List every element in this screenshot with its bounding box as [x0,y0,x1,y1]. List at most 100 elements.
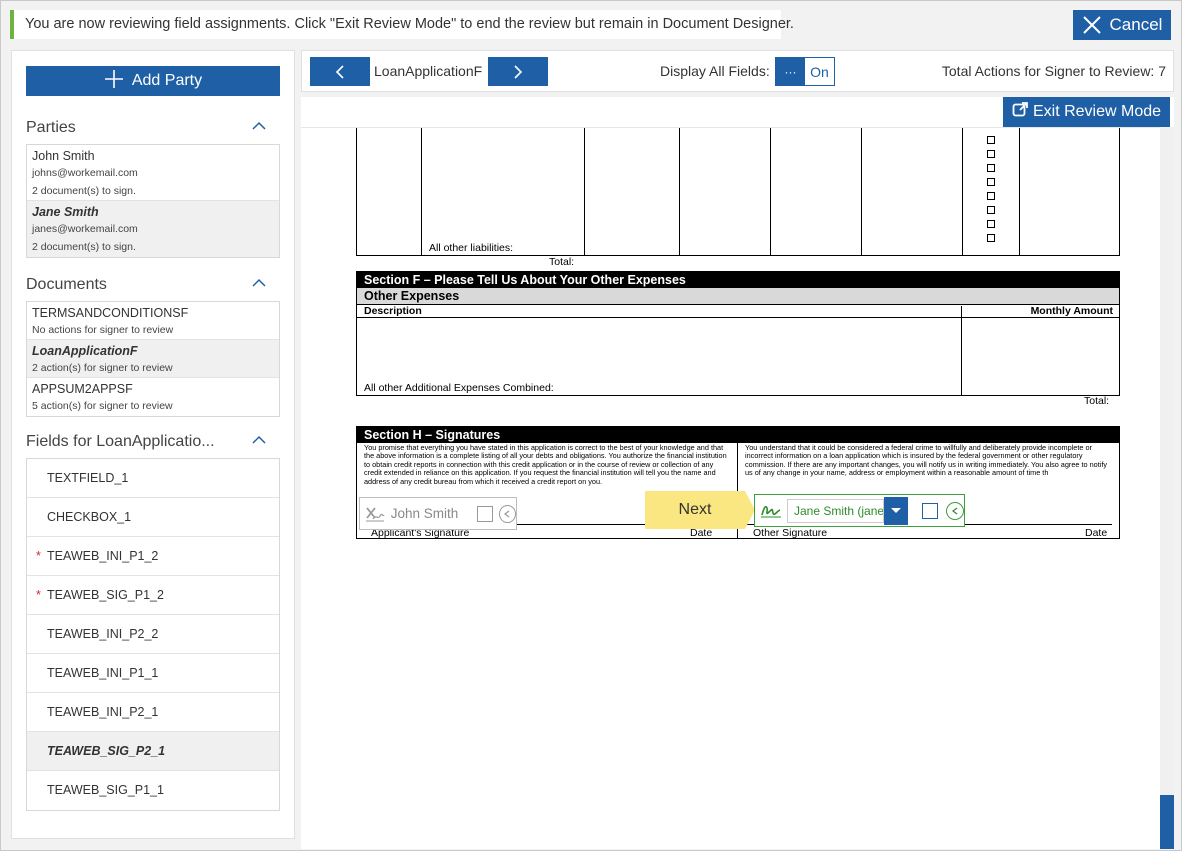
app-frame: You are now reviewing field assignments.… [0,0,1182,851]
documents-header[interactable]: Documents [26,276,280,298]
plus-icon [104,69,124,94]
field-name: TEAWEB_SIG_P2_1 [47,744,166,758]
other-signature-label: Other Signature [753,527,828,539]
document-name: APPSUM2APPSF [32,382,133,396]
chevron-right-icon [514,64,523,79]
field-checkbox[interactable] [477,505,493,522]
display-all-fields-label: Display All Fields: [660,63,770,79]
document-toolbar: LoanApplicationF Display All Fields: ···… [301,50,1174,92]
signature-icon [360,505,391,523]
fields-header[interactable]: Fields for LoanApplicatio... [26,433,280,455]
exit-review-mode-button[interactable]: Exit Review Mode [1003,97,1170,127]
all-other-liabilities-label: All other liabilities: [429,242,514,254]
add-party-label: Add Party [131,72,203,89]
chevron-down-icon[interactable] [884,496,908,525]
next-document-button[interactable] [488,57,548,86]
monthly-amount-header: Monthly Amount [1030,305,1113,317]
expenses-header-row: Description Monthly Amount [357,305,1119,318]
party-docs: 2 document(s) to sign. [32,241,136,253]
toggle-off-segment[interactable]: ··· [776,58,805,85]
document-item[interactable]: LoanApplicationF 2 action(s) for signer … [27,340,279,378]
document-viewer: Exit Review Mode All other liabilities: … [301,97,1174,849]
field-item[interactable]: TEAWEB_INI_P2_1 [27,693,279,732]
field-item[interactable]: TEAWEB_SIG_P1_1 [27,771,279,810]
party-email: johns@workemail.com [32,167,138,179]
parties-heading: Parties [26,119,76,136]
party-item[interactable]: John Smith johns@workemail.com 2 documen… [27,145,279,201]
documents-heading: Documents [26,276,107,293]
field-item[interactable]: TEXTFIELD_1 [27,459,279,498]
field-checkbox[interactable] [922,502,938,519]
chevron-up-icon[interactable] [252,278,266,288]
parties-header[interactable]: Parties [26,119,280,141]
document-name: LoanApplicationF [32,344,138,358]
fields-heading: Fields for LoanApplicatio... [26,433,215,450]
party-name: John Smith [32,149,95,163]
scrollbar-thumb[interactable] [1160,795,1174,849]
collapse-icon[interactable] [498,504,516,523]
scrollbar-track[interactable] [1160,127,1174,849]
document-item[interactable]: TERMSANDCONDITIONSF No actions for signe… [27,302,279,340]
total-actions-text: Total Actions for Signer to Review: 7 [941,63,1166,79]
field-name: TEXTFIELD_1 [47,471,129,485]
field-item[interactable]: TEAWEB_SIG_P2_1 [27,732,279,771]
display-all-fields-toggle[interactable]: ··· On [775,57,835,86]
field-item[interactable]: TEAWEB_INI_P1_1 [27,654,279,693]
john-smith-field-label: John Smith [390,506,459,521]
documents-list: TERMSANDCONDITIONSF No actions for signe… [26,301,280,417]
add-party-button[interactable]: Add Party [26,66,280,96]
field-name: CHECKBOX_1 [47,510,132,524]
chevron-left-icon [335,64,344,79]
party-docs: 2 document(s) to sign. [32,185,136,197]
document-status: 5 action(s) for signer to review [32,400,173,412]
other-statement: You understand that it could be consider… [745,443,1108,478]
required-marker: * [36,588,41,602]
document-status: No actions for signer to review [32,324,174,336]
field-item[interactable]: * TEAWEB_INI_P1_2 [27,537,279,576]
total-label: Total: [1084,395,1110,407]
date-label: Date [1085,527,1108,539]
review-mode-banner: You are now reviewing field assignments.… [10,10,794,39]
close-icon [1082,15,1102,35]
party-email: janes@workemail.com [32,223,138,235]
section-f: Section F – Please Tell Us About Your Ot… [356,271,1120,396]
chevron-up-icon[interactable] [252,121,266,131]
other-expenses-title: Other Expenses [357,288,1119,305]
description-header: Description [364,305,422,317]
field-name: TEAWEB_SIG_P1_1 [47,783,164,797]
prev-document-button[interactable] [310,57,370,86]
field-item[interactable]: * TEAWEB_SIG_P1_2 [27,576,279,615]
exit-review-label: Exit Review Mode [1032,103,1162,120]
chevron-up-icon[interactable] [252,435,266,445]
party-name: Jane Smith [32,205,99,219]
cancel-label: Cancel [1109,15,1163,34]
parties-list: John Smith johns@workemail.com 2 documen… [26,144,280,258]
required-marker: * [36,549,41,563]
next-field-button[interactable]: Next [645,491,745,529]
section-f-title: Section F – Please Tell Us About Your Ot… [357,272,1119,288]
field-name: TEAWEB_INI_P2_1 [47,705,159,719]
signer-select[interactable]: Jane Smith (janes [787,498,884,523]
total-label: Total: [549,256,575,268]
toggle-on-segment[interactable]: On [805,58,834,85]
field-name: TEAWEB_SIG_P1_2 [47,588,164,602]
sidebar: Add Party Parties John Smith johns@worke… [11,50,295,839]
party-item[interactable]: Jane Smith janes@workemail.com 2 documen… [27,201,279,257]
current-document-name: LoanApplicationF [374,63,483,79]
field-item[interactable]: CHECKBOX_1 [27,498,279,537]
collapse-icon[interactable] [946,501,964,520]
cancel-button[interactable]: Cancel [1073,10,1171,40]
external-link-icon [1012,101,1029,123]
field-name: TEAWEB_INI_P1_2 [47,549,159,563]
applicant-statement: You promise that everything you have sta… [364,443,727,486]
document-item[interactable]: APPSUM2APPSF 5 action(s) for signer to r… [27,378,279,416]
field-item[interactable]: TEAWEB_INI_P2_2 [27,615,279,654]
checkbox-column [987,136,995,248]
combined-expenses-label: All other Additional Expenses Combined: [364,382,554,394]
john-smith-signature-field[interactable]: John Smith [359,497,517,530]
fields-list: TEXTFIELD_1 CHECKBOX_1 * TEAWEB_INI_P1_2 … [26,458,280,811]
field-name: TEAWEB_INI_P1_1 [47,666,159,680]
document-name: TERMSANDCONDITIONSF [32,306,189,320]
section-h-title: Section H – Signatures [357,427,1119,443]
jane-smith-signature-field[interactable]: Jane Smith (janes [754,494,965,527]
